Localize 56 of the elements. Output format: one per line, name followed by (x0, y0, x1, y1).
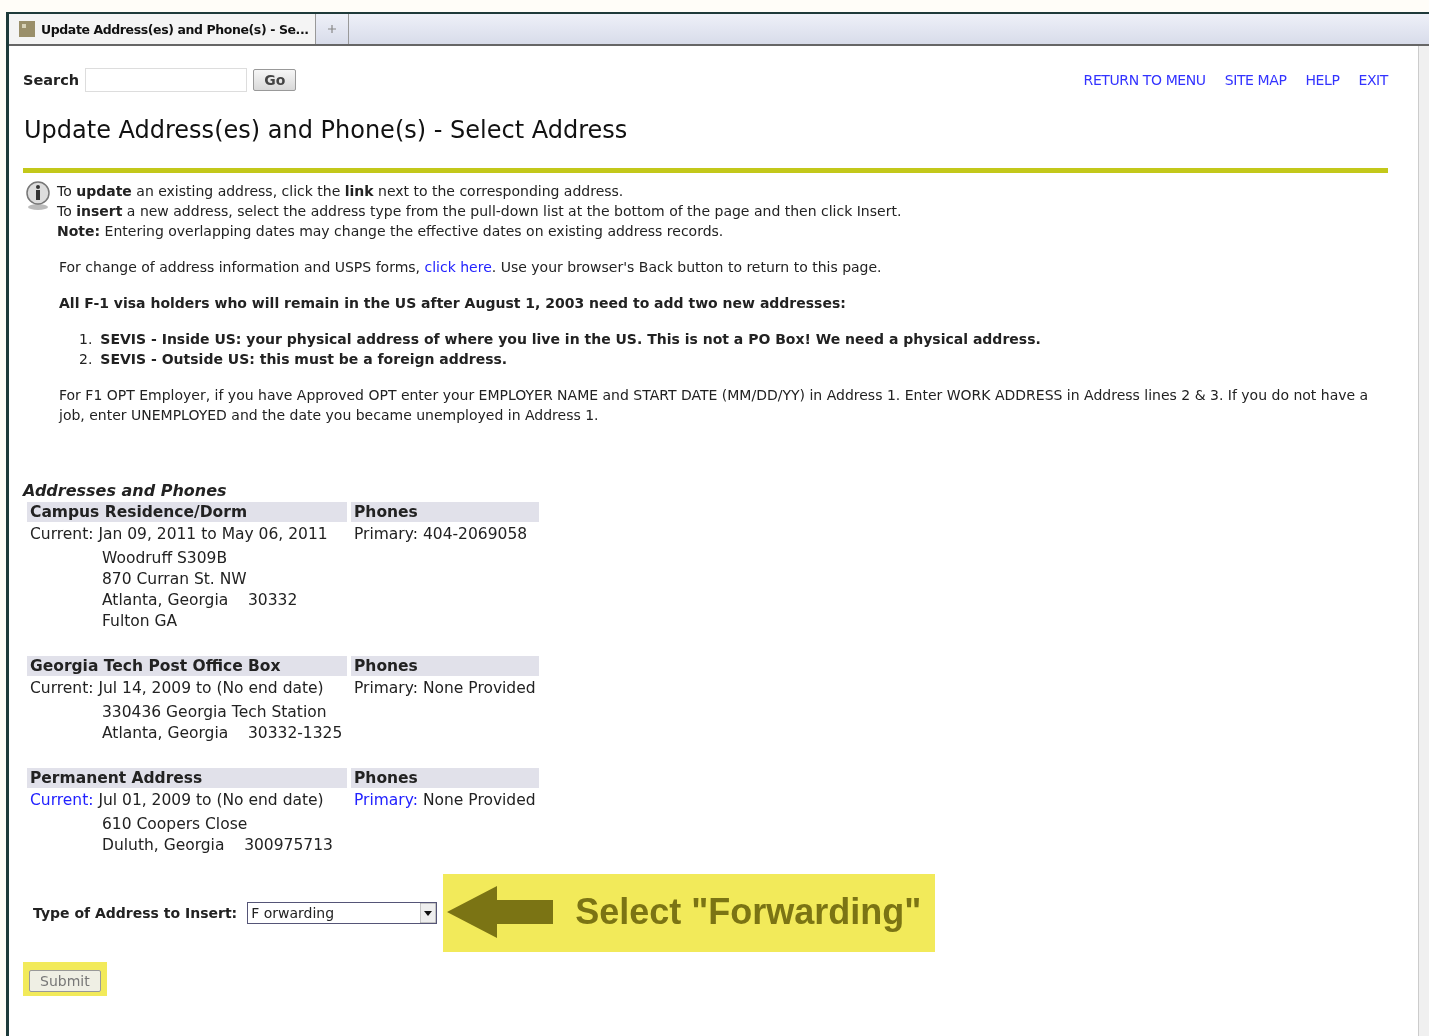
left-arrow-icon (447, 884, 556, 940)
primary-link[interactable]: Primary: (354, 791, 418, 809)
insert-label: Type of Address to Insert: (33, 905, 238, 921)
address-line: 330436 Georgia Tech Station (102, 702, 328, 723)
current-label: Current: (30, 679, 94, 697)
nav-link[interactable]: EXIT (1358, 72, 1388, 88)
plus-icon[interactable] (326, 24, 337, 34)
search-label: Search (23, 72, 80, 88)
annotation-callout: Select "Forwarding" (443, 874, 936, 952)
address-line: 870 Curran St. NW (102, 569, 248, 590)
address-type-dropdown[interactable]: F orwarding (247, 902, 438, 924)
date-range: Jul 14, 2009 to (No end date) (98, 679, 324, 697)
browser-tab[interactable]: Update Address(es) and Phone(s) - Se... (9, 14, 316, 44)
address-type-header: Campus Residence/Dorm (27, 502, 347, 522)
address-line: Fulton GA (102, 611, 179, 632)
sevis-item: SEVIS - Inside US: your physical address of where you live in the US. This is not a PO Box! We need a physical address. (100, 330, 1041, 349)
go-button[interactable]: Go (253, 69, 297, 91)
nav-link[interactable]: SITE MAP (1224, 72, 1287, 88)
phones-header: Phones (351, 656, 539, 676)
sevis-item: SEVIS - Outside US: this must be a foreign address. (100, 350, 508, 369)
page-title: Update Address(es) and Phone(s) - Select Address (24, 116, 629, 144)
dropdown-caret-icon (420, 903, 437, 923)
opt-note: For F1 OPT Employer, if you have Approved OPT enter your EMPLOYER NAME and START DATE (MM/DD/YY) in Address 1. Enter WORK ADDRESS in Address lines 2 & 3. If you do not have a job, enter UNEMPLOYED and the date you became unemployed in Address 1. (59, 386, 1370, 425)
current-link[interactable]: Current: (30, 791, 94, 809)
current-label: Current: (30, 525, 94, 543)
info-text: Note: Entering overlapping dates may change the effective dates on existing address records. (57, 222, 725, 241)
info-icon (23, 181, 53, 211)
page-icon (19, 21, 35, 37)
usps-note: For change of address information and USPS forms, click here. Use your browser's Back button to return to this page. (59, 258, 883, 277)
date-range: Jul 01, 2009 to (No end date) (98, 791, 324, 809)
date-range: Jan 09, 2011 to May 06, 2011 (98, 525, 328, 543)
section-title: Addresses and Phones (23, 481, 228, 500)
nav-link[interactable]: RETURN TO MENU (1083, 72, 1206, 88)
info-text: To insert a new address, select the address type from the pull-down list at the bottom of the page and then click Insert. (57, 202, 902, 221)
list-number: 2. (79, 350, 93, 369)
f1-heading: All F-1 visa holders who will remain in the US after August 1, 2003 need to add two new addresses: (59, 294, 847, 313)
nav-link[interactable]: HELP (1305, 72, 1340, 88)
address-line: 610 Coopers Close (102, 814, 249, 835)
phone-value: None Provided (422, 791, 536, 809)
address-line: Woodruff S309B (102, 548, 229, 569)
address-type-header: Georgia Tech Post Office Box (27, 656, 347, 676)
info-text: To update an existing address, click the link next to the corresponding address. (57, 182, 625, 201)
search-field[interactable] (85, 68, 248, 92)
submit-button[interactable]: Submit (29, 970, 101, 992)
phone-value: None Provided (422, 679, 536, 697)
address-line: Atlanta, Georgia 30332-1325 (102, 723, 344, 744)
click-here-link[interactable]: click here (424, 259, 492, 275)
address-line: Duluth, Georgia 300975713 (102, 835, 334, 856)
phones-header: Phones (351, 502, 539, 522)
address-type-header: Permanent Address (27, 768, 347, 788)
phone-value: 404-2069058 (422, 525, 528, 543)
list-number: 1. (79, 330, 93, 349)
primary-label: Primary: (354, 525, 418, 543)
address-line: Atlanta, Georgia 30332 (102, 590, 299, 611)
primary-label: Primary: (354, 679, 418, 697)
phones-header: Phones (351, 768, 539, 788)
